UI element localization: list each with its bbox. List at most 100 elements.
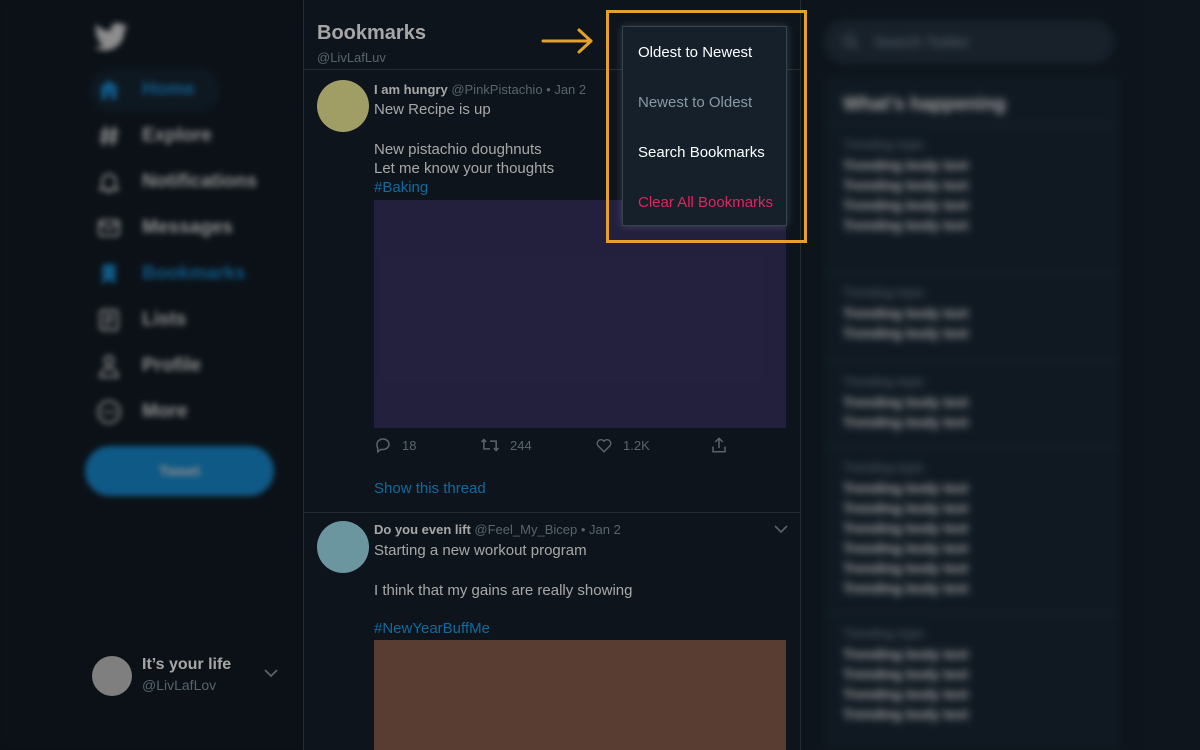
trend-body: Trending body text [843,540,969,556]
share-icon [712,437,726,453]
sidebar-item-bookmarks[interactable]: Bookmarks [90,252,246,296]
tweet-card[interactable]: Do you even lift @Feel_My_Bicep • Jan 2 … [304,513,800,750]
account-switcher[interactable]: It’s your life @LivLafLov [92,654,292,700]
bookmark-icon [102,264,116,285]
right-column: Search Twitter What’s happening Trending… [801,0,1200,750]
sidebar-item-notifications[interactable]: Notifications [90,160,257,204]
tweet-meta: @Feel_My_Bicep • Jan 2 [474,522,621,537]
menu-item-label: Search Bookmarks [638,143,765,161]
search-input[interactable]: Search Twitter [824,20,1114,64]
reply-icon [376,438,390,454]
sidebar-item-more[interactable]: More [90,390,187,434]
menu-item-search-bookmarks[interactable]: Search Bookmarks [623,127,786,177]
trend-body: Trending body text [843,520,969,536]
menu-item-label: Oldest to Newest [638,43,753,61]
avatar[interactable] [317,80,369,132]
bookmarks-sort-menu: Oldest to Newest Newest to Oldest Search… [622,26,787,226]
tweet-author-name[interactable]: Do you even lift [374,522,471,537]
trend-topic: Trending topic [843,626,925,641]
trend-item[interactable]: Trending topic Trending body text Trendi… [825,447,1119,613]
trend-body: Trending body text [843,666,969,682]
trend-topic: Trending topic [843,460,925,475]
trend-topic: Trending topic [843,285,925,300]
tweet-hashtag[interactable]: #Baking [374,179,428,196]
retweet-count: 244 [510,437,532,453]
heart-icon [596,439,612,453]
trend-body: Trending body text [843,157,969,173]
sidebar-item-label: More [142,401,188,422]
trend-topic: Trending topic [843,374,925,389]
trend-body: Trending body text [843,480,969,496]
like-button[interactable]: 1.2K [595,436,650,454]
sidebar-item-label: Messages [142,217,233,238]
trend-body: Trending body text [843,414,969,430]
tweet-image[interactable] [374,200,786,428]
show-thread-link[interactable]: Show this thread [374,480,486,497]
sidebar-item-messages[interactable]: Messages [90,206,233,250]
trend-body: Trending body text [843,560,969,576]
share-button[interactable] [710,436,738,454]
trend-item[interactable]: Trending topic Trending body text Trendi… [825,361,1119,447]
tweet-meta: @PinkPistachio • Jan 2 [451,82,587,97]
sidebar-item-home[interactable]: Home [90,68,220,112]
left-sidebar: Home Explore Notifications Messages Book… [0,0,303,750]
more-icon [97,400,121,424]
twitter-bird-icon[interactable] [94,22,128,52]
arrow-right-icon [541,28,593,54]
trend-body: Trending body text [843,394,969,410]
menu-item-label: Newest to Oldest [638,93,753,111]
sidebar-item-explore[interactable]: Explore [90,114,212,158]
tweet-image[interactable] [374,640,786,750]
trend-body: Trending body text [843,217,969,233]
sidebar-item-profile[interactable]: Profile [90,344,201,388]
trend-body: Trending body text [843,686,969,702]
tweet-header: I am hungry @PinkPistachio • Jan 2 [374,82,586,97]
account-handle: @LivLafLov [142,677,217,693]
reply-button[interactable]: 18 [374,436,416,454]
hashtag-icon [99,126,119,146]
trend-body: Trending body text [843,706,969,722]
chevron-down-icon[interactable] [774,524,788,534]
tweet-text-line: Let me know your thoughts [374,160,555,177]
tweet-author-name[interactable]: I am hungry [374,82,448,97]
retweet-button[interactable]: 244 [480,436,532,454]
search-placeholder: Search Twitter [874,33,970,51]
avatar[interactable] [317,521,369,573]
trends-title: What’s happening [843,94,1006,115]
trend-topic: Trending topic [843,137,925,152]
sidebar-item-label: Notifications [142,171,258,192]
tweet-hashtag[interactable]: #NewYearBuffMe [374,620,490,637]
trend-body: Trending body text [843,197,969,213]
account-name: It’s your life [142,656,232,673]
sidebar-item-label: Home [142,79,195,100]
trend-body: Trending body text [843,305,969,321]
avatar [92,656,132,696]
sidebar-item-lists[interactable]: Lists [90,298,186,342]
trend-item[interactable]: Trending topic Trending body text Trendi… [825,272,1119,361]
menu-item-newest-to-oldest[interactable]: Newest to Oldest [623,77,786,127]
like-count: 1.2K [623,437,650,453]
trend-item[interactable]: Trending topic Trending body text Trendi… [825,124,1119,272]
person-icon [99,355,119,378]
trend-body: Trending body text [843,500,969,516]
tweet-button[interactable]: Tweet [85,446,274,496]
trend-body: Trending body text [843,580,969,596]
trend-body: Trending body text [843,325,969,341]
trends-panel: What’s happening Trending topic Trending… [825,76,1119,750]
tweet-text-line: I think that my gains are really showing [374,582,633,599]
bell-icon [97,173,121,193]
tweet-text-line: New Recipe is up [374,101,491,118]
tweet-header: Do you even lift @Feel_My_Bicep • Jan 2 [374,522,621,537]
search-icon [843,34,859,50]
sidebar-item-label: Profile [142,355,202,376]
menu-item-oldest-to-newest[interactable]: Oldest to Newest [623,27,786,77]
menu-item-clear-all-bookmarks[interactable]: Clear All Bookmarks [623,177,786,227]
reply-count: 18 [402,437,417,453]
tweet-text-line: New pistachio doughnuts [374,141,542,158]
sidebar-item-label: Lists [142,309,187,330]
menu-item-label: Clear All Bookmarks [638,193,774,211]
trend-item[interactable]: Trending topic Trending body text Trendi… [825,613,1119,750]
home-icon [98,80,120,100]
trend-body: Trending body text [843,646,969,662]
list-icon [99,309,119,331]
